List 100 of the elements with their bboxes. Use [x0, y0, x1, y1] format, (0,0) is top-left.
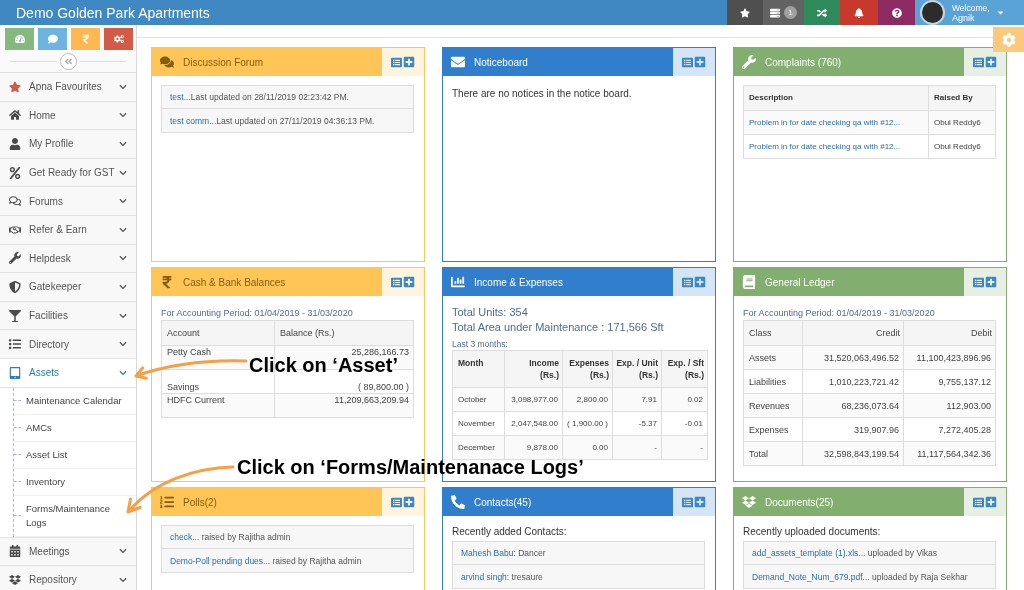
entry-text: Demo-Poll pending dues... raised by Rajitha admin [170, 554, 362, 567]
list-icon[interactable] [391, 276, 402, 288]
list-icon[interactable] [682, 56, 693, 68]
envelope-icon [451, 55, 465, 69]
submenu-item[interactable]: AMCs [26, 414, 126, 441]
row-link[interactable]: Problem in for date checking qa with #12... [749, 141, 901, 151]
entry-text: test...Last updated on 28/11/2019 02:23:42 PM. [170, 91, 349, 103]
note-text: Last 3 months: [452, 338, 509, 350]
user-greeting: Welcome, [952, 2, 990, 13]
sidebar-item[interactable]: My Profile [0, 130, 136, 159]
chat-bubbles-icon [160, 55, 174, 69]
sidebar-item[interactable]: Helpdesk [0, 244, 136, 274]
sidebar-item[interactable]: Facilities [0, 301, 136, 331]
entry-link[interactable]: Demo-Poll pending dues... [170, 555, 271, 566]
list-icon[interactable] [973, 496, 984, 508]
caret-icon [995, 8, 1005, 17]
column-header: Description [743, 85, 929, 111]
chevron-icon [119, 111, 127, 120]
app-title: Demo Golden Park Apartments [15, 3, 210, 22]
sidebar-item[interactable]: Get Ready for GST [0, 158, 136, 188]
settings-icon [1001, 32, 1016, 47]
entry-link[interactable]: check... [170, 532, 200, 542]
column-header: Debit [903, 320, 996, 346]
notifications-button[interactable] [840, 0, 878, 25]
entry-text: Demand_Note_Num_679.pdf... uploaded by Raja Sekhar [752, 570, 968, 583]
chevron-icon [119, 575, 127, 584]
table-cell: 3,098,977.00 [504, 387, 563, 412]
sidebar-item[interactable]: Directory [0, 330, 136, 359]
sidebar-item[interactable]: Meetings [0, 537, 136, 567]
table-cell: 11,100,423,896.96 [903, 345, 996, 370]
add-icon[interactable] [403, 276, 415, 288]
add-icon[interactable] [694, 56, 706, 68]
chevron-icon [119, 168, 127, 177]
sidebar-item[interactable]: Assets [0, 358, 136, 388]
submenu-item[interactable]: Inventory [26, 468, 126, 495]
user-icon [9, 138, 21, 150]
sidebar-item[interactable]: Gatekeeper [0, 273, 136, 302]
table-cell: 2,800.00 [562, 387, 613, 412]
shortcut-button[interactable] [71, 28, 100, 50]
server-icon [770, 7, 780, 18]
column-header: Income (Rs.) [504, 350, 563, 388]
table-cell: 0.02 [661, 387, 708, 412]
submenu-item[interactable]: Maintenance Calendar [26, 387, 126, 414]
help-button[interactable] [878, 0, 915, 25]
table-cell: 68,236,073.64 [802, 393, 904, 418]
list-icon[interactable] [391, 496, 402, 508]
column-header: Expenses (Rs.) [562, 350, 613, 388]
table-cell: Assets [743, 345, 803, 370]
table-cell: 11,117,564,342.36 [903, 441, 996, 466]
sidebar-item[interactable]: Apna Favourites [0, 73, 136, 102]
sidebar-item[interactable]: Repository [0, 566, 136, 590]
entry-link[interactable]: add_assets_template (1).xls... [752, 548, 866, 558]
period-text: For Accounting Period: 01/04/2019 - 31/03/2020 [161, 307, 354, 319]
widget-title: Income & Expenses [474, 275, 563, 290]
sidebar-item[interactable]: Refer & Earn [0, 215, 136, 245]
entry-link[interactable]: Demand_Note_Num_679.pdf... [752, 571, 870, 582]
calendar-icon [9, 545, 21, 558]
entry-link[interactable]: test... [170, 92, 191, 102]
list-icon[interactable] [682, 496, 693, 508]
entry-link[interactable]: arvind singh [461, 571, 507, 582]
table-cell: 2,047,548.00 [504, 411, 563, 436]
add-icon[interactable] [403, 56, 415, 68]
wrench-icon [9, 252, 21, 265]
period-text: For Accounting Period: 01/04/2019 - 31/03/2020 [743, 307, 936, 319]
list-icon[interactable] [973, 56, 984, 68]
chevron-icon [119, 340, 127, 349]
bar-chart-icon [451, 275, 465, 289]
list-icon[interactable] [682, 276, 693, 288]
shortcut-button[interactable] [5, 28, 34, 50]
add-icon[interactable] [694, 496, 706, 508]
entry-text: add_assets_template (1).xls... uploaded by Vikas [752, 547, 938, 559]
rupee-icon [80, 34, 91, 44]
collapse-icon[interactable] [59, 52, 77, 70]
add-icon[interactable] [985, 496, 997, 508]
add-icon[interactable] [403, 496, 415, 508]
table-cell: 319,907.96 [802, 417, 904, 442]
column-header: Account [161, 320, 275, 346]
table-cell: December [452, 435, 505, 460]
shortcut-button[interactable] [38, 28, 67, 50]
widget-title: Cash & Bank Balances [183, 275, 286, 290]
shuffle-button[interactable] [804, 0, 840, 25]
sidebar-item[interactable]: Forums [0, 187, 136, 216]
entry-link[interactable]: test comm... [170, 115, 217, 126]
bell-icon [854, 7, 864, 18]
sidebar-item[interactable]: Home [0, 101, 136, 131]
star-button[interactable] [727, 0, 763, 25]
submenu-item[interactable]: Asset List [26, 441, 126, 468]
list-icon[interactable] [973, 276, 984, 288]
add-icon[interactable] [985, 56, 997, 68]
column-header: Exp. / Sft (Rs.) [661, 350, 708, 388]
shortcut-button[interactable] [104, 28, 133, 50]
add-icon[interactable] [985, 276, 997, 288]
list-icon[interactable] [391, 56, 402, 68]
summary-text: Total Area under Maintenance : 171,566 Sft [452, 320, 665, 335]
table-cell: October [452, 387, 505, 412]
add-icon[interactable] [694, 276, 706, 288]
row-link[interactable]: Problem in for date checking qa with #12... [749, 117, 901, 127]
submenu-item[interactable]: Forms/Maintenance Logs [26, 495, 126, 536]
widget-title: Contacts(45) [474, 495, 532, 510]
chevron-icon [119, 368, 127, 377]
